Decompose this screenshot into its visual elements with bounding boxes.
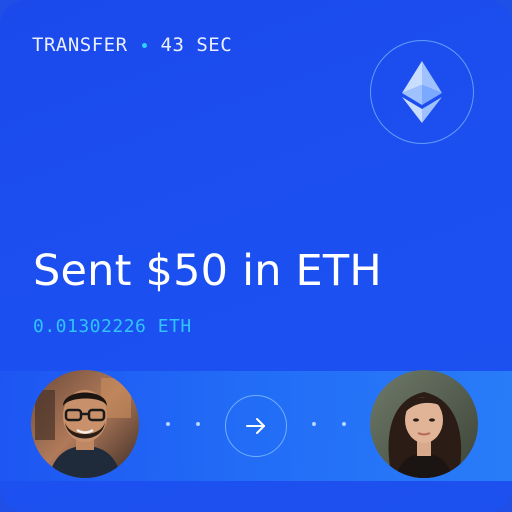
sender-photo	[31, 370, 139, 478]
progress-dots-left	[166, 422, 200, 428]
ethereum-icon	[402, 61, 442, 123]
elapsed-time: 43 SEC	[160, 34, 233, 56]
transfer-card: TRANSFER 43 SEC Sent $50 in ETH 0.013022…	[0, 0, 512, 512]
transfer-header: TRANSFER 43 SEC	[32, 34, 232, 56]
separator-dot	[141, 42, 147, 48]
progress-dots-right	[312, 422, 346, 428]
recipient-photo	[370, 370, 478, 478]
sender-avatar[interactable]	[31, 370, 139, 478]
arrow-right-icon	[246, 418, 265, 434]
transfer-label: TRANSFER	[32, 34, 128, 56]
send-direction-button[interactable]	[225, 395, 287, 457]
ethereum-badge	[370, 40, 474, 144]
transfer-title: Sent $50 in ETH	[33, 246, 382, 296]
crypto-amount: 0.01302226 ETH	[33, 316, 192, 337]
recipient-avatar[interactable]	[370, 370, 478, 478]
